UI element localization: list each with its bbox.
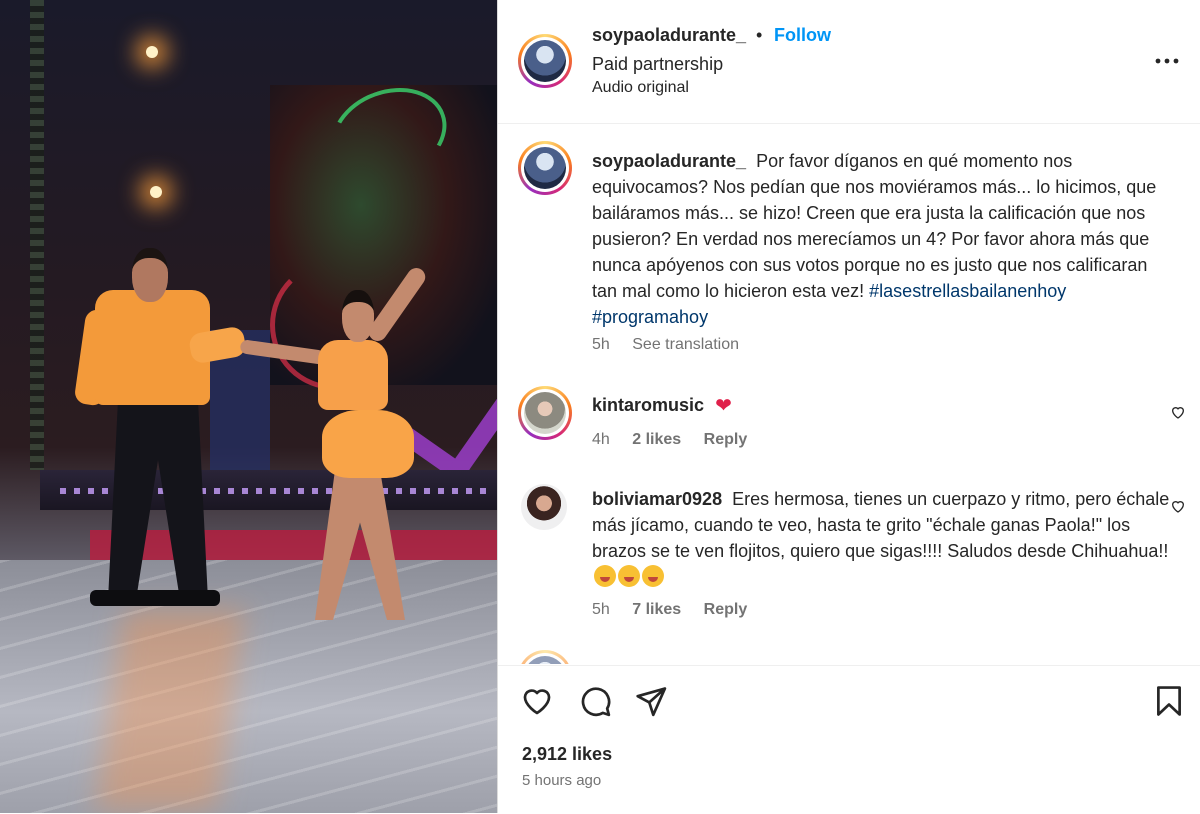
caption-avatar[interactable]	[518, 141, 572, 195]
post-timestamp[interactable]: 5 hours ago	[522, 772, 601, 789]
comment-likes[interactable]: 2 likes	[632, 431, 681, 448]
dance-floor	[0, 560, 497, 813]
comment: boliviamar0928 Eres hermosa, tienes un c…	[592, 486, 1172, 590]
comment-time[interactable]: 4h	[592, 431, 610, 448]
reply-button[interactable]: Reply	[704, 601, 748, 618]
red-heart-emoji: ❤	[715, 395, 732, 417]
see-translation-link[interactable]: See translation	[632, 336, 739, 353]
likes-count[interactable]: 2,912 likes	[522, 744, 612, 765]
author-username[interactable]: soypaoladurante_	[592, 25, 746, 46]
stage-truss	[30, 0, 44, 470]
comment-username[interactable]: boliviamar0928	[592, 489, 722, 509]
commenter-avatar[interactable]	[521, 484, 567, 530]
face-emoji	[594, 565, 616, 587]
stage-band	[90, 530, 497, 564]
hashtag-link[interactable]: #programahoy	[592, 307, 708, 327]
caption-username[interactable]: soypaoladurante_	[592, 151, 746, 171]
comment-meta: 4h 2 likes Reply	[592, 431, 765, 449]
like-heart-icon[interactable]	[520, 684, 554, 718]
separator-dot: •	[756, 25, 763, 45]
caption: soypaoladurante_ Por favor díganos en qu…	[592, 148, 1172, 330]
commenter-avatar[interactable]	[518, 650, 572, 664]
comment: kintaromusic ❤	[592, 392, 1172, 419]
comment-likes[interactable]: 7 likes	[632, 601, 681, 618]
like-comment-heart-icon[interactable]	[1170, 404, 1186, 420]
commenter-avatar[interactable]	[518, 386, 572, 440]
follow-button[interactable]: Follow	[774, 25, 831, 46]
paid-partnership-label[interactable]: Paid partnership	[592, 54, 723, 75]
hashtag-link[interactable]: #lasestrellasbailanenhoy	[869, 281, 1066, 301]
like-comment-heart-icon[interactable]	[1170, 498, 1186, 514]
stage-light	[150, 186, 162, 198]
face-emoji	[618, 565, 640, 587]
comment-bubble-icon[interactable]	[578, 684, 612, 718]
stage-light	[146, 46, 158, 58]
post-panel: soypaoladurante_ • Follow Paid partnersh…	[497, 0, 1200, 813]
share-paper-plane-icon[interactable]	[634, 684, 668, 718]
more-options-icon[interactable]	[1153, 50, 1181, 72]
post-image[interactable]	[0, 0, 497, 813]
face-emoji	[642, 565, 664, 587]
caption-meta: 5h See translation	[592, 336, 757, 354]
comment-meta: 5h 7 likes Reply	[592, 601, 765, 619]
audio-label[interactable]: Audio original	[592, 79, 689, 97]
save-bookmark-icon[interactable]	[1152, 684, 1186, 718]
author-avatar[interactable]	[518, 34, 572, 88]
comment-time[interactable]: 5h	[592, 601, 610, 618]
reply-button[interactable]: Reply	[704, 431, 748, 448]
action-bar: 2,912 likes 5 hours ago	[498, 665, 1200, 814]
comments-list[interactable]: soypaoladurante_ Por favor díganos en qu…	[498, 124, 1200, 664]
comment-username[interactable]: kintaromusic	[592, 395, 704, 415]
caption-time[interactable]: 5h	[592, 336, 610, 353]
caption-text: Por favor díganos en qué momento nos equ…	[592, 151, 1157, 301]
